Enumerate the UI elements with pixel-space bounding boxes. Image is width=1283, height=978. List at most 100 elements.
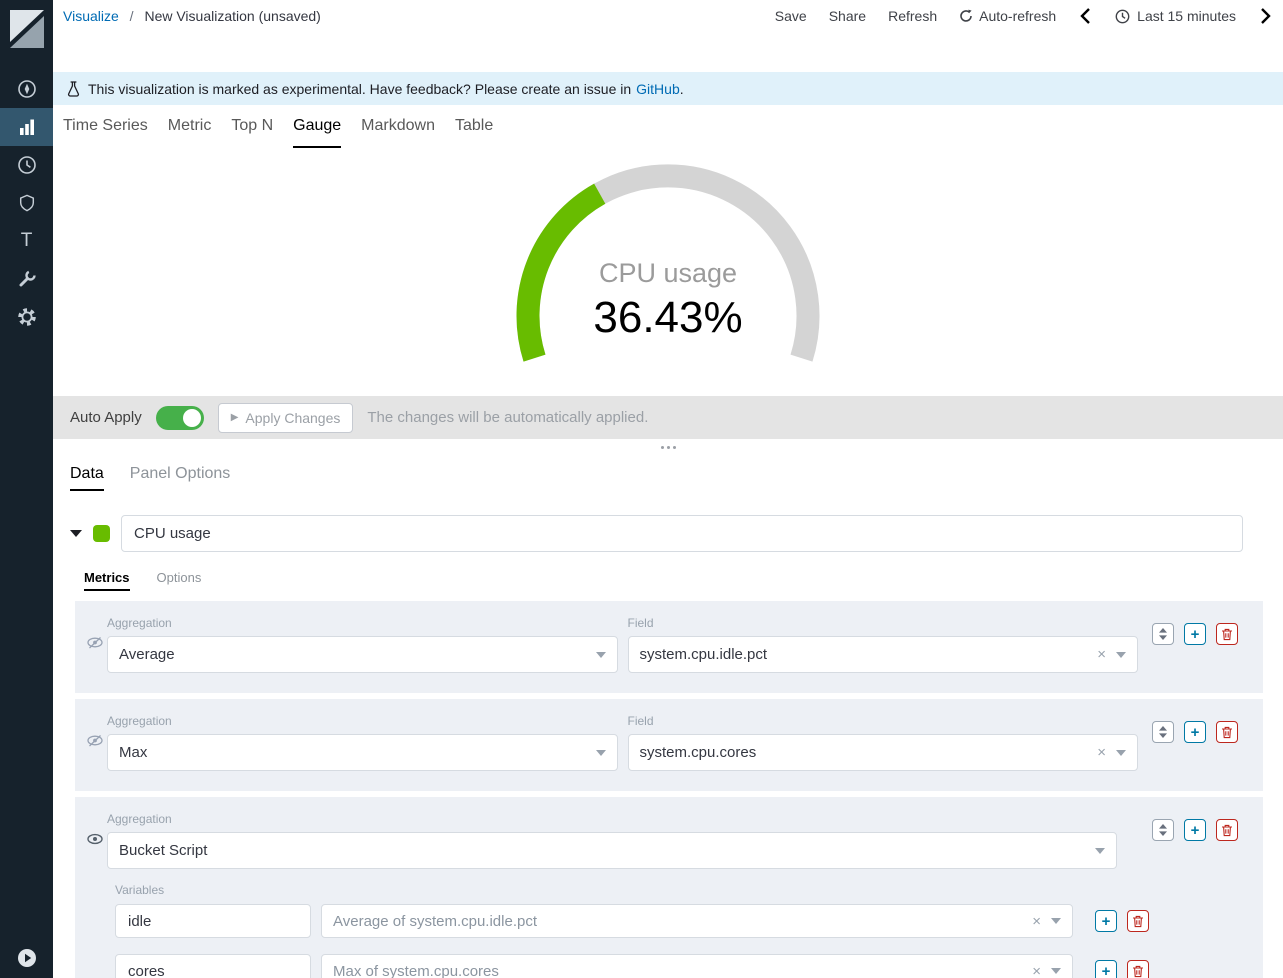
add-metric-button[interactable]: + bbox=[1184, 623, 1206, 645]
collapse-caret-icon[interactable] bbox=[70, 530, 82, 537]
auto-apply-bar: Auto Apply ▶ Apply Changes The changes w… bbox=[53, 396, 1283, 439]
trash-icon bbox=[1221, 628, 1233, 641]
variable-name-input[interactable] bbox=[115, 904, 311, 938]
wrench-icon bbox=[17, 269, 37, 289]
metric-row-buttons: + bbox=[1152, 613, 1252, 645]
time-range-label: Last 15 minutes bbox=[1137, 8, 1236, 24]
trash-icon bbox=[1132, 915, 1144, 928]
global-nav-sidebar: T bbox=[0, 0, 53, 978]
time-range-picker[interactable]: Last 15 minutes bbox=[1115, 8, 1236, 24]
aggregation-select[interactable]: Bucket Script bbox=[107, 832, 1117, 869]
delete-variable-button[interactable] bbox=[1127, 910, 1149, 932]
reorder-metric-button[interactable] bbox=[1152, 819, 1174, 841]
series-editor: Data Panel Options Metrics Options bbox=[53, 455, 1283, 978]
delete-metric-button[interactable] bbox=[1216, 721, 1238, 743]
clear-icon[interactable]: × bbox=[1091, 646, 1112, 663]
time-back-button[interactable] bbox=[1078, 7, 1093, 25]
auto-apply-toggle[interactable] bbox=[156, 406, 204, 430]
top-actions: Save Share Refresh Auto-refresh bbox=[775, 7, 1273, 25]
auto-refresh-button[interactable]: Auto-refresh bbox=[959, 8, 1056, 24]
trash-icon bbox=[1221, 824, 1233, 837]
refresh-button[interactable]: Refresh bbox=[888, 8, 937, 24]
nav-expand-button[interactable] bbox=[0, 944, 53, 972]
series-color-swatch[interactable] bbox=[93, 525, 110, 542]
time-forward-button[interactable] bbox=[1258, 7, 1273, 25]
variable-name-input[interactable] bbox=[115, 954, 311, 978]
delete-metric-button[interactable] bbox=[1216, 623, 1238, 645]
add-variable-button[interactable]: + bbox=[1095, 960, 1117, 978]
series-label-input[interactable] bbox=[121, 515, 1243, 552]
auto-apply-note: The changes will be automatically applie… bbox=[367, 409, 648, 426]
viz-type-tabs: Time Series Metric Top N Gauge Markdown … bbox=[53, 105, 1283, 148]
save-button[interactable]: Save bbox=[775, 8, 807, 24]
sort-arrows-icon bbox=[1158, 628, 1168, 640]
clear-icon[interactable]: × bbox=[1026, 963, 1047, 978]
nav-item-timelion[interactable] bbox=[0, 146, 53, 184]
toggle-knob bbox=[183, 409, 201, 427]
banner-suffix: . bbox=[680, 81, 684, 97]
delete-metric-button[interactable] bbox=[1216, 819, 1238, 841]
add-variable-button[interactable]: + bbox=[1095, 910, 1117, 932]
banner-text: This visualization is marked as experime… bbox=[88, 81, 631, 97]
delete-variable-button[interactable] bbox=[1127, 960, 1149, 978]
eye-open-icon[interactable] bbox=[83, 809, 107, 845]
bar-chart-icon bbox=[17, 118, 37, 136]
top-bar: Visualize / New Visualization (unsaved) … bbox=[53, 0, 1283, 72]
add-metric-button[interactable]: + bbox=[1184, 819, 1206, 841]
share-button[interactable]: Share bbox=[829, 8, 866, 24]
nav-item-monitoring[interactable] bbox=[0, 184, 53, 222]
nav-item-management[interactable] bbox=[0, 298, 53, 336]
github-link[interactable]: GitHub bbox=[636, 81, 680, 97]
tab-metric[interactable]: Metric bbox=[168, 117, 212, 148]
add-metric-button[interactable]: + bbox=[1184, 721, 1206, 743]
tab-table[interactable]: Table bbox=[455, 117, 493, 148]
caret-down-icon bbox=[596, 652, 606, 658]
tab-data[interactable]: Data bbox=[70, 465, 104, 491]
letter-t-icon: T bbox=[21, 230, 33, 252]
eye-closed-icon[interactable] bbox=[83, 711, 107, 747]
field-combo[interactable]: system.cpu.idle.pct × bbox=[628, 636, 1139, 673]
kibana-logo[interactable] bbox=[0, 0, 53, 58]
nav-item-visualize[interactable] bbox=[0, 108, 53, 146]
series-sub-tabs: Metrics Options bbox=[84, 570, 1283, 591]
tab-panel-options[interactable]: Panel Options bbox=[130, 465, 231, 491]
caret-down-icon bbox=[1051, 968, 1061, 974]
kibana-logo-icon bbox=[8, 8, 46, 50]
series-row bbox=[70, 515, 1243, 552]
breadcrumb-current: New Visualization (unsaved) bbox=[144, 8, 320, 24]
clock-icon bbox=[17, 155, 37, 175]
variable-metric-combo[interactable]: Average of system.cpu.idle.pct × bbox=[321, 904, 1073, 938]
breadcrumb-visualize-link[interactable]: Visualize bbox=[63, 8, 119, 24]
variable-metric-combo[interactable]: Max of system.cpu.cores × bbox=[321, 954, 1073, 978]
reorder-metric-button[interactable] bbox=[1152, 623, 1174, 645]
nav-item-apm[interactable]: T bbox=[0, 222, 53, 260]
tab-time-series[interactable]: Time Series bbox=[63, 117, 148, 148]
gauge-metric-value: 36.43% bbox=[508, 293, 828, 343]
tab-markdown[interactable]: Markdown bbox=[361, 117, 435, 148]
aggregation-select[interactable]: Average bbox=[107, 636, 618, 673]
panel-resizer[interactable] bbox=[53, 439, 1283, 455]
nav-item-dev-tools[interactable] bbox=[0, 260, 53, 298]
nav-items: T bbox=[0, 70, 53, 336]
reorder-metric-button[interactable] bbox=[1152, 721, 1174, 743]
tab-top-n[interactable]: Top N bbox=[231, 117, 273, 148]
kibana-app: T bbox=[0, 0, 1283, 978]
caret-down-icon bbox=[1116, 652, 1126, 658]
apply-changes-button[interactable]: ▶ Apply Changes bbox=[218, 403, 354, 433]
flask-icon bbox=[66, 81, 81, 97]
tab-gauge[interactable]: Gauge bbox=[293, 117, 341, 148]
gear-icon bbox=[17, 307, 37, 327]
trash-icon bbox=[1221, 726, 1233, 739]
field-combo[interactable]: system.cpu.cores × bbox=[628, 734, 1139, 771]
eye-closed-icon[interactable] bbox=[83, 613, 107, 649]
aggregation-label: Aggregation bbox=[107, 714, 618, 728]
clear-icon[interactable]: × bbox=[1026, 913, 1047, 930]
tab-options[interactable]: Options bbox=[157, 570, 202, 591]
nav-item-discover[interactable] bbox=[0, 70, 53, 108]
bucket-script-variables: Variables Average of system.cpu.idle.pct… bbox=[115, 883, 1208, 978]
aggregation-select[interactable]: Max bbox=[107, 734, 618, 771]
play-circle-icon bbox=[17, 948, 37, 968]
tab-metrics[interactable]: Metrics bbox=[84, 570, 130, 591]
clear-icon[interactable]: × bbox=[1091, 744, 1112, 761]
trash-icon bbox=[1132, 965, 1144, 978]
